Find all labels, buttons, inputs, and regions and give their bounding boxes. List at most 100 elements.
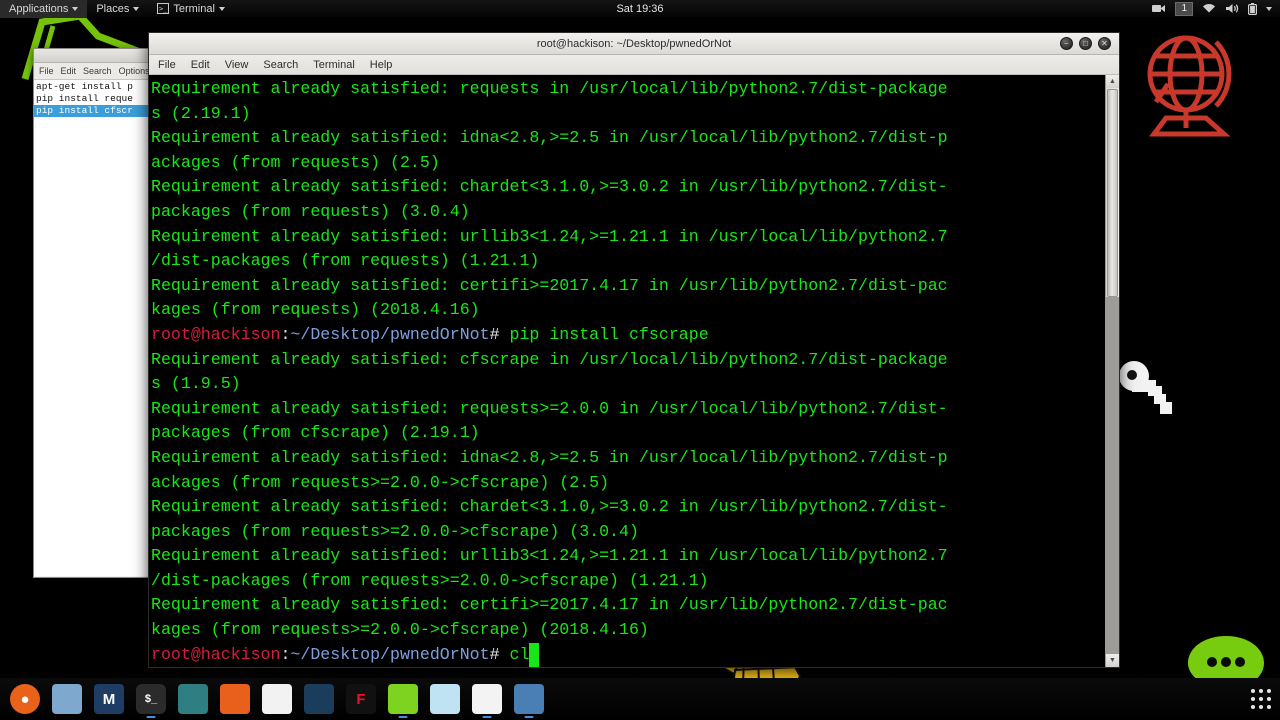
terminal-output-line: s (2.19.1) — [151, 103, 251, 123]
terminal-output-line: ackages (from requests>=2.0.0->cfscrape)… — [151, 472, 610, 492]
terminal-output[interactable]: Requirement already satisfied: requests … — [149, 75, 1105, 667]
chevron-down-icon — [72, 6, 79, 11]
menu-applications[interactable]: Applications — [0, 0, 88, 18]
dock-item-avatar[interactable] — [178, 684, 208, 714]
prompt-hash: # — [489, 324, 510, 344]
dock-item-files[interactable] — [52, 684, 82, 714]
terminal-output-line: /dist-packages (from requests>=2.0.0->cf… — [151, 570, 709, 590]
svg-text:>_: >_ — [159, 5, 168, 13]
terminal-output-line: kages (from requests) (2018.4.16) — [151, 300, 480, 320]
terminal-output-line: Requirement already satisfied: chardet<3… — [151, 177, 948, 197]
editor-menu-options[interactable]: Options — [119, 66, 150, 76]
dock-item-chrome[interactable] — [472, 684, 502, 718]
scrollbar-track[interactable] — [1106, 297, 1119, 654]
terminal-prompt-line: root@hackison:~/Desktop/pwnedOrNot# cl — [151, 642, 1105, 667]
dock-item-palette[interactable] — [262, 684, 292, 714]
dock-item-ubuntu[interactable]: ● — [10, 684, 40, 714]
chevron-down-icon — [218, 6, 225, 11]
terminal-output-line: Requirement already satisfied: requests>… — [151, 398, 948, 418]
terminal-titlebar[interactable]: root@hackison: ~/Desktop/pwnedOrNot − □ … — [149, 33, 1119, 55]
terminal-output-line: Requirement already satisfied: certifi>=… — [151, 275, 948, 295]
scroll-up-icon[interactable]: ▲ — [1106, 75, 1119, 88]
dock-item-metasploit[interactable]: M — [94, 684, 124, 714]
editor-titlebar[interactable] — [34, 49, 154, 63]
terminal-menu-help[interactable]: Help — [369, 59, 394, 71]
terminal-output-line: Requirement already satisfied: requests … — [151, 79, 948, 98]
terminal-prompt-line: root@hackison:~/Desktop/pwnedOrNot# pip … — [151, 323, 1105, 348]
dock-item-flash[interactable]: F — [346, 684, 376, 714]
running-indicator — [146, 716, 156, 718]
editor-line[interactable]: apt-get install p — [34, 81, 154, 93]
terminal-output-line: Requirement already satisfied: chardet<3… — [151, 497, 948, 517]
menu-places-label: Places — [96, 2, 130, 15]
editor-menu-file[interactable]: File — [39, 66, 54, 76]
app-grid-dots-icon[interactable] — [1250, 688, 1272, 710]
editor-text-area[interactable]: apt-get install p pip install reque pip … — [34, 80, 154, 576]
text-editor-window[interactable]: File Edit Search Options apt-get install… — [33, 48, 155, 578]
terminal-menu-file[interactable]: File — [157, 59, 177, 71]
battery-icon[interactable] — [1248, 2, 1257, 15]
window-controls: − □ ✕ — [1060, 37, 1119, 50]
close-button[interactable]: ✕ — [1098, 37, 1111, 50]
running-indicator — [398, 716, 408, 718]
running-indicator — [524, 716, 534, 718]
minimize-button[interactable]: − — [1060, 37, 1073, 50]
dock-tray — [1250, 688, 1280, 710]
terminal-output-line: ackages (from requests) (2.5) — [151, 152, 440, 172]
scroll-down-icon[interactable]: ▼ — [1106, 654, 1119, 667]
chevron-down-icon[interactable] — [1266, 6, 1272, 11]
dock-apps: ● M $_ F — [0, 684, 544, 718]
terminal-title: root@hackison: ~/Desktop/pwnedOrNot — [536, 37, 732, 50]
terminal-output-line: Requirement already satisfied: idna<2.8,… — [151, 447, 948, 467]
prompt-user: root@hackison — [151, 324, 281, 344]
red-globe-icon — [1147, 35, 1232, 137]
dock-item-wireshark[interactable] — [304, 684, 334, 714]
workspace-indicator[interactable]: 1 — [1175, 1, 1193, 16]
prompt-colon: : — [280, 324, 291, 344]
white-key-icon — [1119, 361, 1172, 414]
terminal-menu-view[interactable]: View — [224, 59, 250, 71]
terminal-menu-search[interactable]: Search — [262, 59, 299, 71]
chevron-down-icon — [133, 6, 140, 11]
prompt-command: cl — [509, 644, 530, 664]
menu-terminal[interactable]: >_ Terminal — [148, 0, 234, 18]
top-panel: Applications Places >_ Terminal Sat 19:3… — [0, 0, 1280, 18]
dock-item-terminal[interactable]: $_ — [136, 684, 166, 718]
terminal-cursor — [529, 642, 539, 667]
terminal-output-line: packages (from requests>=2.0.0->cfscrape… — [151, 521, 639, 541]
terminal-output-line: s (1.9.5) — [151, 374, 241, 394]
system-tray: 1 — [1152, 1, 1280, 16]
terminal-menu-terminal[interactable]: Terminal — [312, 59, 356, 71]
volume-icon[interactable] — [1225, 3, 1239, 14]
dock-item-burpsuite[interactable] — [220, 684, 250, 714]
terminal-output-line: kages (from requests>=2.0.0->cfscrape) (… — [151, 620, 649, 640]
running-indicator — [482, 716, 492, 718]
menu-places[interactable]: Places — [87, 0, 148, 18]
wifi-icon[interactable] — [1202, 3, 1216, 14]
terminal-output-line: packages (from requests) (3.0.4) — [151, 201, 470, 221]
dock-item-edge[interactable] — [430, 684, 460, 714]
terminal-menubar: File Edit View Search Terminal Help — [149, 55, 1119, 75]
editor-menu-search[interactable]: Search — [83, 66, 112, 76]
terminal-window[interactable]: root@hackison: ~/Desktop/pwnedOrNot − □ … — [148, 32, 1120, 668]
scrollbar-thumb[interactable] — [1107, 89, 1118, 297]
dock-item-glyph: F — [356, 690, 366, 708]
terminal-output-line: Requirement already satisfied: urllib3<1… — [151, 226, 948, 246]
terminal-output-line: Requirement already satisfied: urllib3<1… — [151, 546, 948, 566]
maximize-button[interactable]: □ — [1079, 37, 1092, 50]
terminal-menu-edit[interactable]: Edit — [190, 59, 211, 71]
dock-item-glyph: ● — [20, 690, 30, 708]
prompt-hash: # — [489, 644, 510, 664]
editor-line-selected[interactable]: pip install cfscr — [34, 105, 154, 117]
dock-item-notepad[interactable] — [388, 684, 418, 718]
video-camera-icon[interactable] — [1152, 3, 1166, 14]
terminal-output-line: Requirement already satisfied: idna<2.8,… — [151, 128, 948, 148]
prompt-path: ~/Desktop/pwnedOrNot — [290, 324, 490, 344]
dock: ● M $_ F — [0, 678, 1280, 720]
terminal-scrollbar[interactable]: ▲ ▼ — [1105, 75, 1119, 667]
dock-item-screenshot[interactable] — [514, 684, 544, 718]
editor-menu-edit[interactable]: Edit — [61, 66, 77, 76]
terminal-screen-wrapper: Requirement already satisfied: requests … — [149, 75, 1119, 667]
editor-line[interactable]: pip install reque — [34, 93, 154, 105]
editor-menubar: File Edit Search Options — [34, 63, 154, 80]
